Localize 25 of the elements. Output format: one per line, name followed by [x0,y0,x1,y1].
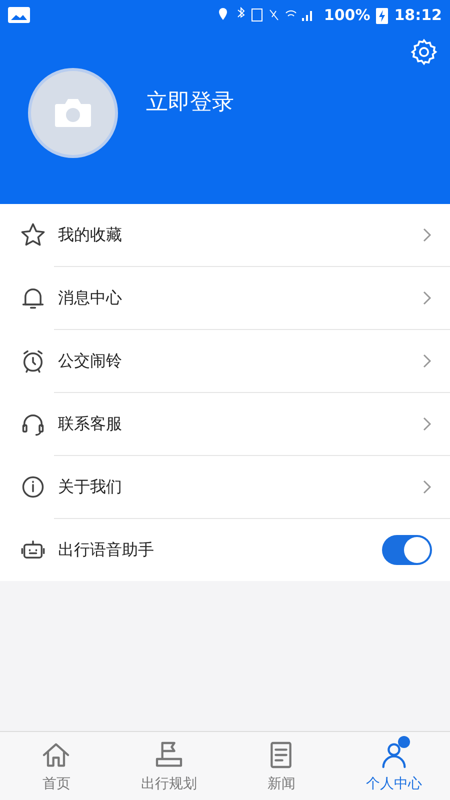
settings-icon[interactable] [410,38,438,66]
battery-percentage: 100% [324,6,370,24]
chevron-right-icon [422,417,432,431]
nav-tab[interactable]: 出行规划 [112,732,225,800]
nav-tab[interactable]: 新闻 [225,732,338,800]
menu-item[interactable]: 我的收藏 [0,204,450,266]
menu-item[interactable]: 消息中心 [0,267,450,329]
battery-charging-icon [376,6,388,24]
chevron-right-icon [422,480,432,494]
nav-tab[interactable]: 个人中心 [338,732,450,800]
toggle-switch[interactable] [382,535,432,565]
camera-icon [53,97,93,129]
star-icon [20,222,46,248]
chevron-right-icon [422,228,432,242]
menu-item[interactable]: 联系客服 [0,393,450,455]
login-link[interactable]: 立即登录 [146,87,234,117]
chevron-right-icon [422,291,432,305]
info-icon [20,474,46,500]
clock-time: 18:12 [394,6,442,24]
menu-item[interactable]: 关于我们 [0,456,450,518]
chevron-right-icon [422,354,432,368]
nav-tab[interactable]: 首页 [0,732,112,800]
menu-item[interactable]: 公交闹铃 [0,330,450,392]
gallery-icon [8,7,30,23]
menu-item[interactable]: 出行语音助手 [0,519,450,581]
